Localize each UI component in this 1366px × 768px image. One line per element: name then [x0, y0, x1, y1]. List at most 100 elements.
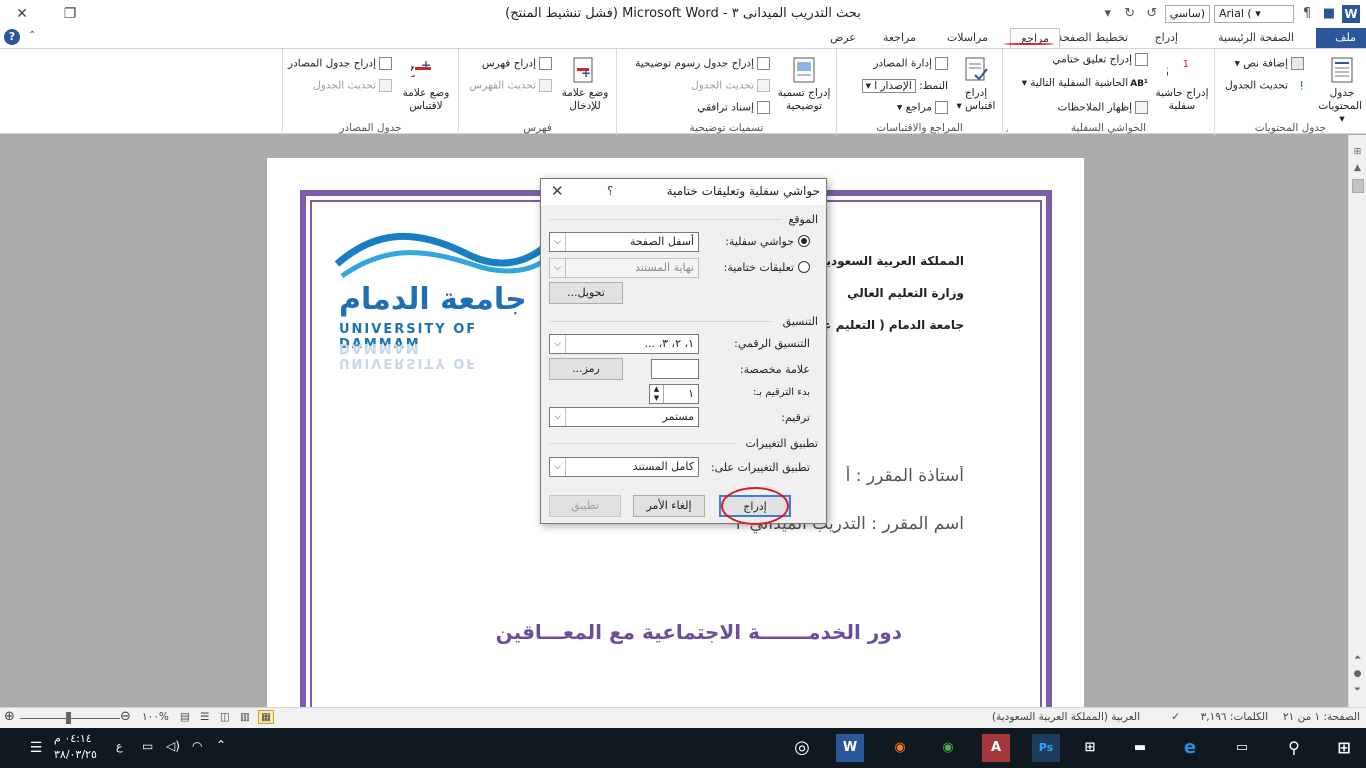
manage-sources-button[interactable]: إدارة المصادر [873, 57, 948, 70]
footnotes-radio[interactable] [798, 235, 810, 247]
clock-time[interactable]: ٠٤:١٤ م [54, 732, 92, 745]
tab-review[interactable]: مراجعة [873, 28, 926, 48]
scroll-up-icon[interactable]: ▲ [1351, 161, 1364, 175]
tab-references[interactable]: مراجع [1010, 28, 1060, 48]
show-notes-button[interactable]: إظهار الملاحظات [1058, 101, 1148, 114]
add-text-button[interactable]: إضافة نص ▾ [1235, 57, 1304, 70]
media-player-icon[interactable]: ◎ [788, 734, 816, 762]
toc-button[interactable]: جدول المحتويات ▾ [1318, 55, 1362, 126]
start-at-input[interactable]: ١ ▲ ▼ [649, 384, 699, 404]
battery-icon[interactable]: ▭ [142, 739, 153, 753]
save-icon[interactable]: ■ [1320, 5, 1338, 23]
search-icon[interactable]: ⚲ [1280, 734, 1308, 762]
store-icon[interactable]: ⊞ [1076, 734, 1104, 762]
zoom-in-icon[interactable]: ⊕ [4, 709, 15, 724]
tab-page-layout[interactable]: تخطيط الصفحة [1047, 28, 1138, 48]
view-draft-icon[interactable]: ▤ [180, 711, 190, 723]
scroll-thumb[interactable] [1352, 179, 1364, 193]
font-name-box[interactable]: Arial ( ▾ [1214, 5, 1294, 23]
footnotes-location-select[interactable]: ⌵ أسفل الصفحة [549, 232, 699, 252]
word-count[interactable]: الكلمات: ٣,١٩٦ [1201, 711, 1268, 723]
collapse-ribbon-icon[interactable]: ⌃ [28, 30, 36, 41]
language-indicator[interactable]: العربية (المملكة العربية السعودية) [992, 711, 1140, 723]
dialog-close-icon[interactable]: ✕ [551, 179, 564, 203]
style-name-box[interactable]: ساسي) [1164, 5, 1210, 23]
tab-view[interactable]: عرض [820, 28, 866, 48]
page-count[interactable]: الصفحة: ١ من ٢١ [1283, 711, 1360, 723]
view-outline-icon[interactable]: ☰ [200, 711, 209, 723]
cross-reference-button[interactable]: إسناد ترافقي [697, 101, 770, 114]
insert-index-button[interactable]: إدراج فهرس [482, 57, 552, 70]
tab-file[interactable]: ملف [1316, 28, 1366, 48]
word-logo-icon[interactable]: W [1342, 5, 1360, 23]
convert-button[interactable]: تحويل... [549, 282, 623, 304]
next-footnote-button[interactable]: AB¹الحاشية السفلية التالية ▾ [1022, 77, 1148, 89]
previous-page-icon[interactable]: ⏶ [1351, 651, 1364, 665]
endnotes-location-select[interactable]: ⌵ نهاية المستند [549, 258, 699, 278]
symbol-button[interactable]: رمز... [549, 358, 623, 380]
start-at-label: بدء الترقيم بـ: [753, 387, 810, 398]
insert-citation-button[interactable]: إدراج اقتباس ▾ [954, 55, 998, 113]
view-print-layout-icon[interactable]: ▦ [258, 710, 274, 724]
insert-table-of-figures-button[interactable]: إدراج جدول رسوم توضيحية [635, 57, 770, 70]
apply-button[interactable]: تطبيق [549, 495, 621, 517]
insert-endnote-button[interactable]: إدراج تعليق ختامي [1052, 53, 1148, 66]
update-index-button[interactable]: تحديث الفهرس [469, 79, 552, 92]
custom-mark-input[interactable] [651, 359, 699, 379]
update-figures-table-button[interactable]: تحديث الجدول [691, 79, 770, 92]
zoom-out-icon[interactable]: ⊖ [120, 709, 131, 724]
wifi-icon[interactable]: ◠ [192, 739, 202, 753]
bibliography-button[interactable]: مراجع ▾ [897, 101, 948, 114]
undo-icon[interactable]: ↺ [1143, 5, 1161, 23]
tray-expand-icon[interactable]: ⌃ [216, 738, 226, 752]
photoshop-icon[interactable]: Ps [1032, 734, 1060, 762]
tab-mailings[interactable]: مراسلات [937, 28, 998, 48]
tab-insert[interactable]: إدراج [1145, 28, 1188, 48]
zoom-level[interactable]: %١٠٠ [142, 711, 169, 723]
dialog-help-icon[interactable]: ؟ [607, 179, 613, 203]
update-toc-button[interactable]: !تحديث الجدول [1225, 79, 1304, 93]
windows-start-icon[interactable]: ⊞ [1330, 734, 1358, 762]
ruler-toggle-icon[interactable]: ⊞ [1351, 145, 1364, 159]
word-taskbar-icon[interactable]: W [836, 734, 864, 762]
insert-caption-button[interactable]: إدراج تسمية توضيحية [776, 55, 832, 113]
cancel-button[interactable]: إلغاء الأمر [633, 495, 705, 517]
task-view-icon[interactable]: ▭ [1228, 734, 1256, 762]
insert-table-of-authorities-button[interactable]: إدراج جدول المصادر [288, 57, 392, 70]
tab-home[interactable]: الصفحة الرئيسية [1208, 28, 1304, 48]
edge-icon[interactable]: e [1176, 734, 1204, 762]
firefox-icon[interactable]: ◉ [886, 734, 914, 762]
proofing-icon[interactable]: ✓ [1171, 711, 1180, 723]
format-painter-icon[interactable]: ¶ [1298, 5, 1316, 23]
view-web-icon[interactable]: ◫ [220, 711, 230, 723]
footnote-endnote-dialog: حواشي سفلية وتعليقات ختامية ؟ ✕ الموقع ح… [540, 178, 827, 525]
numbering-select[interactable]: ⌵ مستمر [549, 407, 699, 427]
redo-icon[interactable]: ↻ [1121, 5, 1139, 23]
number-format-select[interactable]: ⌵ ١، ٢، ٣، ... [549, 334, 699, 354]
view-reading-icon[interactable]: ▥ [240, 711, 250, 723]
group-label-captions: تسميات توضيحية [689, 122, 764, 134]
style-selector[interactable]: النمط: الإصدار ا ▾ [861, 79, 948, 93]
mark-citation-button[interactable]: Z+ وضع علامة لاقتباس [398, 55, 454, 113]
update-authorities-button[interactable]: تحديث الجدول [313, 79, 392, 92]
show-notes-icon [1135, 101, 1148, 114]
next-page-icon[interactable]: ⏷ [1351, 683, 1364, 697]
footnotes-dialog-launcher-icon[interactable]: ⌟ [1005, 124, 1009, 133]
help-icon[interactable]: ? [4, 29, 20, 45]
customize-qat-icon[interactable]: ▾ [1099, 5, 1117, 23]
mark-entry-button[interactable]: + وضع علامة للإدخال [558, 55, 612, 113]
notifications-icon[interactable]: ☰ [22, 734, 50, 762]
access-icon[interactable]: A [982, 734, 1010, 762]
clock-date[interactable]: ٣٨/٠٣/٢٥ [54, 748, 97, 761]
endnotes-radio[interactable] [798, 261, 810, 273]
vertical-scrollbar[interactable]: ⊞ ▲ ⏶ ● ⏷ [1348, 135, 1366, 707]
start-at-spinner-icon[interactable]: ▲ ▼ [650, 385, 664, 403]
file-explorer-icon[interactable]: ▬ [1126, 734, 1154, 762]
insert-footnote-button[interactable]: AB1 إدراج حاشية سفلية [1154, 55, 1210, 113]
input-language[interactable]: ع [116, 740, 123, 753]
browse-object-icon[interactable]: ● [1351, 667, 1364, 681]
volume-icon[interactable]: ◁) [166, 739, 180, 753]
apply-to-select[interactable]: ⌵ كامل المستند [549, 457, 699, 477]
chrome-icon[interactable]: ◉ [934, 734, 962, 762]
zoom-slider-thumb[interactable] [66, 712, 71, 724]
